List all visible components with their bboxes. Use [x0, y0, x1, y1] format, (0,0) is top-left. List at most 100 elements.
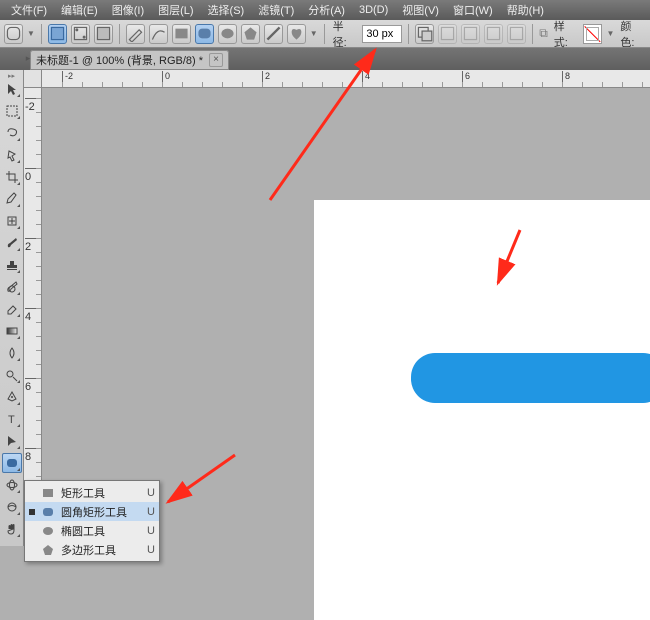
document-tab-bar: 未标题-1 @ 100% (背景, RGB/8) * × [0, 48, 650, 70]
ruler-origin[interactable] [24, 70, 42, 88]
ruler-tick: 0 [25, 168, 41, 183]
path-exclude-icon[interactable] [507, 24, 526, 44]
svg-text:T: T [8, 414, 15, 426]
flyout-ellipse-tool[interactable]: 椭圆工具 U [25, 521, 159, 540]
flyout-shortcut: U [147, 487, 155, 499]
lasso-tool[interactable] [2, 123, 22, 143]
rounded-rect-icon [41, 505, 55, 519]
mode-paths[interactable] [71, 24, 90, 44]
selected-dot [29, 509, 35, 515]
ruler-tick: 4 [25, 308, 41, 323]
ruler-tick: 8 [25, 448, 41, 463]
tab-close-button[interactable]: × [209, 53, 223, 67]
pen-tool[interactable] [2, 387, 22, 407]
selected-dot [29, 547, 35, 553]
options-bar: ▼ ▼ 半径: ⧉ 样式: ▼ 颜色: [0, 20, 650, 48]
ruler-tick: 6 [25, 378, 41, 393]
menu-help[interactable]: 帮助(H) [500, 0, 551, 20]
3d-orbit-tool[interactable] [2, 497, 22, 517]
menu-edit[interactable]: 编辑(E) [54, 0, 105, 20]
freeform-pen-icon[interactable] [149, 24, 168, 44]
shape-tool[interactable] [2, 453, 22, 473]
collapse-handle[interactable]: ▸ [24, 48, 32, 68]
mode-fill-pixels[interactable] [94, 24, 113, 44]
menu-image[interactable]: 图像(I) [105, 0, 151, 20]
ellipse-icon [41, 524, 55, 538]
menu-3d[interactable]: 3D(D) [352, 2, 395, 18]
path-select-tool[interactable] [2, 431, 22, 451]
flyout-label: 圆角矩形工具 [61, 504, 141, 520]
ruler-tick: -2 [25, 98, 41, 113]
flyout-polygon-tool[interactable]: 多边形工具 U [25, 540, 159, 559]
ruler-tick: 4 [362, 71, 370, 87]
radius-input[interactable] [362, 25, 402, 43]
flyout-rounded-rect-tool[interactable]: 圆角矩形工具 U [25, 502, 159, 521]
path-intersect-icon[interactable] [484, 24, 503, 44]
separator [532, 24, 533, 44]
ellipse-shape-icon[interactable] [218, 24, 237, 44]
link-icon: ⧉ [539, 26, 548, 41]
style-label: 样式: [554, 18, 578, 50]
eraser-tool[interactable] [2, 299, 22, 319]
ruler-tick: 6 [462, 71, 470, 87]
flyout-label: 矩形工具 [61, 485, 141, 501]
tool-preset-picker[interactable] [4, 24, 23, 44]
separator [41, 24, 42, 44]
mode-shape-layers[interactable] [48, 24, 67, 44]
ruler-tick: 2 [25, 238, 41, 253]
flyout-rect-tool[interactable]: 矩形工具 U [25, 483, 159, 502]
tab-title: 未标题-1 @ 100% (背景, RGB/8) * [36, 52, 203, 68]
flyout-label: 多边形工具 [61, 542, 141, 558]
move-tool[interactable] [2, 79, 22, 99]
dodge-tool[interactable] [2, 365, 22, 385]
separator [119, 24, 120, 44]
menu-layer[interactable]: 图层(L) [151, 0, 200, 20]
custom-shape-icon[interactable] [287, 24, 306, 44]
menu-view[interactable]: 视图(V) [395, 0, 446, 20]
rounded-rect-shape-icon[interactable] [195, 24, 214, 44]
separator [324, 24, 325, 44]
separator [408, 24, 409, 44]
flyout-label: 椭圆工具 [61, 523, 141, 539]
flyout-shortcut: U [147, 506, 155, 518]
line-shape-icon[interactable] [264, 24, 283, 44]
shape-tool-flyout: 矩形工具 U 圆角矩形工具 U 椭圆工具 U 多边形工具 U [24, 480, 160, 562]
selected-dot [29, 490, 35, 496]
healing-tool[interactable] [2, 211, 22, 231]
toolbox: ▸▸ T [0, 70, 24, 546]
quick-select-tool[interactable] [2, 145, 22, 165]
menu-window[interactable]: 窗口(W) [446, 0, 500, 20]
document-tab[interactable]: 未标题-1 @ 100% (背景, RGB/8) * × [30, 50, 229, 70]
flyout-shortcut: U [147, 544, 155, 556]
ruler-tick: 2 [262, 71, 270, 87]
menu-file[interactable]: 文件(F) [4, 0, 54, 20]
marquee-tool[interactable] [2, 101, 22, 121]
menu-filter[interactable]: 滤镜(T) [251, 0, 301, 20]
blur-tool[interactable] [2, 343, 22, 363]
stamp-tool[interactable] [2, 255, 22, 275]
brush-tool[interactable] [2, 233, 22, 253]
pen-icon[interactable] [126, 24, 145, 44]
path-new-icon[interactable] [415, 24, 434, 44]
radius-label: 半径: [333, 18, 357, 50]
hand-tool[interactable] [2, 519, 22, 539]
menu-select[interactable]: 选择(S) [201, 0, 252, 20]
ruler-tick: 8 [562, 71, 570, 87]
document-canvas[interactable] [314, 200, 650, 620]
type-tool[interactable]: T [2, 409, 22, 429]
path-subtract-icon[interactable] [461, 24, 480, 44]
selected-dot [29, 528, 35, 534]
polygon-icon [41, 543, 55, 557]
rect-shape-icon[interactable] [172, 24, 191, 44]
path-add-icon[interactable] [438, 24, 457, 44]
flyout-shortcut: U [147, 525, 155, 537]
eyedropper-tool[interactable] [2, 189, 22, 209]
gradient-tool[interactable] [2, 321, 22, 341]
rounded-rect-shape[interactable] [411, 353, 650, 403]
3d-rotate-tool[interactable] [2, 475, 22, 495]
style-swatch[interactable] [583, 24, 602, 44]
crop-tool[interactable] [2, 167, 22, 187]
horizontal-ruler[interactable]: -2 0 2 4 6 8 [42, 70, 650, 88]
polygon-shape-icon[interactable] [241, 24, 260, 44]
history-brush-tool[interactable] [2, 277, 22, 297]
